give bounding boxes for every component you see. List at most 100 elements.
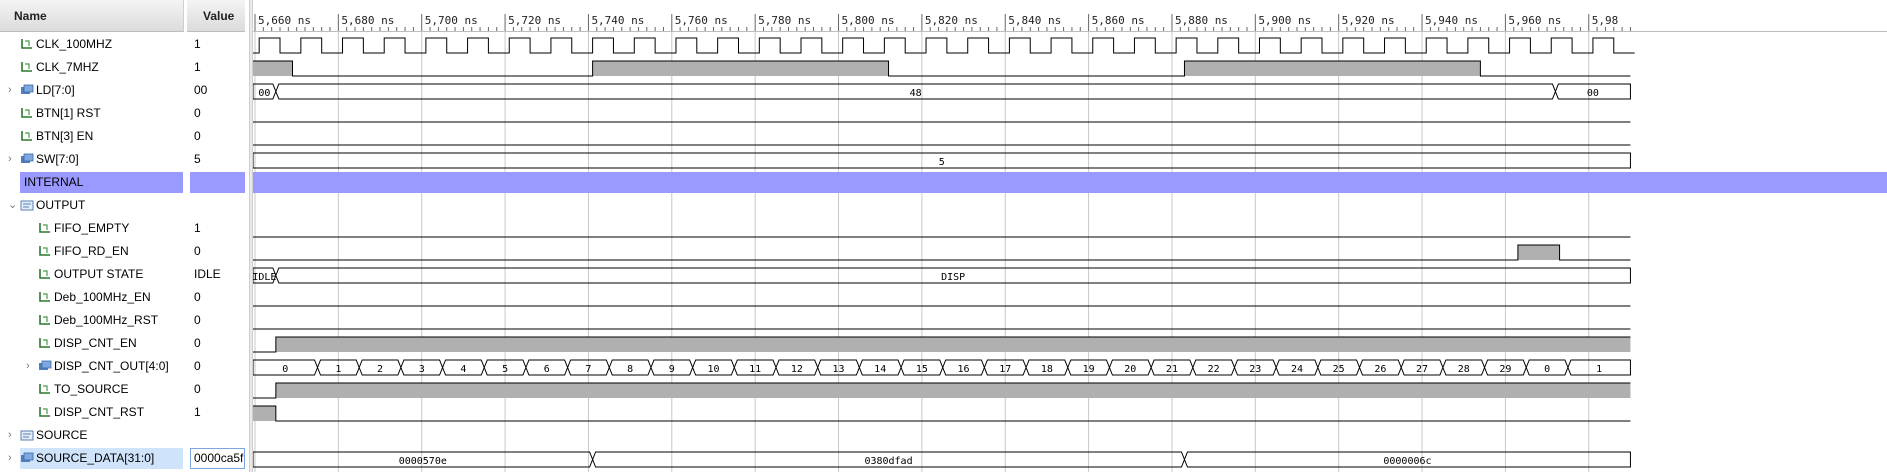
- signal-name: OUTPUT STATE: [54, 267, 144, 281]
- signal-row[interactable]: OUTPUT STATE IDLE: [0, 263, 245, 286]
- expand-chevron-icon[interactable]: ›: [8, 452, 18, 464]
- bus-value-label: 00: [1587, 88, 1599, 99]
- bus-value-label: 13: [832, 364, 844, 375]
- bus-value-label: 0000006c: [1383, 456, 1431, 467]
- ruler-time-label: 5,680 ns: [341, 14, 394, 27]
- signal-name: DISP_CNT_OUT[4:0]: [54, 359, 169, 373]
- signal-name: DISP_CNT_EN: [54, 336, 137, 350]
- logic-signal-icon: [38, 314, 52, 326]
- signal-name: TO_SOURCE: [54, 382, 129, 396]
- signal-row[interactable]: ⌄ OUTPUT: [0, 194, 245, 217]
- logic-waveform: [253, 405, 1631, 422]
- signal-name: INTERNAL: [24, 175, 84, 189]
- signal-value: 0: [194, 244, 201, 258]
- signal-row[interactable]: FIFO_EMPTY 1: [0, 217, 245, 240]
- ruler-time-label: 5,920 ns: [1342, 14, 1395, 27]
- signal-name: BTN[3] EN: [36, 129, 94, 143]
- bus-value-label: 18: [1041, 364, 1053, 375]
- signal-row[interactable]: BTN[3] EN 0: [0, 125, 245, 148]
- signal-row[interactable]: › SOURCE_DATA[31:0] 0000ca5f: [0, 447, 245, 470]
- logic-signal-icon: [20, 107, 34, 119]
- signal-row[interactable]: CLK_7MHZ 1: [0, 56, 245, 79]
- waveform-canvas[interactable]: 5,660 ns 5,680 ns 5,700 ns 5,720 ns 5,740 ns…: [253, 0, 1887, 472]
- signal-value: 5: [194, 152, 201, 166]
- signal-name: FIFO_RD_EN: [54, 244, 129, 258]
- bus-value-label: 2: [377, 364, 383, 375]
- bus-value-label: 1: [1596, 364, 1602, 375]
- ruler-time-label: 5,700 ns: [425, 14, 478, 27]
- logic-signal-icon: [20, 38, 34, 50]
- bus-signal-icon: [20, 153, 34, 165]
- ruler-time-label: 5,660 ns: [258, 14, 311, 27]
- expand-chevron-icon[interactable]: ›: [8, 153, 18, 165]
- ruler-time-label: 5,940 ns: [1425, 14, 1478, 27]
- bus-value-label: 11: [749, 364, 761, 375]
- bus-value-label: 26: [1374, 364, 1386, 375]
- signal-row[interactable]: DISP_CNT_EN 0: [0, 332, 245, 355]
- signal-value: 0000ca5f: [194, 451, 244, 465]
- collapse-chevron-icon[interactable]: ⌄: [8, 199, 18, 211]
- wave-high-fill: [253, 406, 276, 421]
- signal-row[interactable]: › SOURCE: [0, 424, 245, 447]
- value-column-header[interactable]: Value: [187, 0, 245, 32]
- ruler-time-label: 5,720 ns: [508, 14, 561, 27]
- wave-high-fill: [1517, 245, 1560, 260]
- bus-value-label: 00: [258, 88, 270, 99]
- bus-value-label: 0380dfad: [864, 456, 912, 467]
- signal-row[interactable]: TO_SOURCE 0: [0, 378, 245, 401]
- signal-row[interactable]: › DISP_CNT_OUT[4:0] 0: [0, 355, 245, 378]
- wave-high-fill: [275, 337, 1631, 352]
- bus-value-label: 3: [419, 364, 425, 375]
- signal-row[interactable]: › SW[7:0] 5: [0, 148, 245, 171]
- bus-value-label: 10: [707, 364, 719, 375]
- ruler-time-label: 5,960 ns: [1508, 14, 1561, 27]
- bus-value-label: 22: [1208, 364, 1220, 375]
- signal-row[interactable]: DISP_CNT_RST 1: [0, 401, 245, 424]
- signal-name-value-pane: Name Value CLK_100MHZ 1 CLK_7MHZ 1 › LD[7:0] 0…: [0, 0, 245, 472]
- signal-value: 0: [194, 382, 201, 396]
- bus-value-label: IDLE: [253, 272, 276, 283]
- bus-value-label: 28: [1458, 364, 1470, 375]
- name-column-header[interactable]: Name: [0, 0, 184, 32]
- signal-name: SW[7:0]: [36, 152, 79, 166]
- time-ruler: [253, 0, 1887, 32]
- signal-name: BTN[1] RST: [36, 106, 101, 120]
- logic-signal-icon: [38, 291, 52, 303]
- bus-value-label: 8: [627, 364, 633, 375]
- signal-row[interactable]: CLK_100MHZ 1: [0, 33, 245, 56]
- ruler-time-label: 5,840 ns: [1008, 14, 1061, 27]
- signal-name: OUTPUT: [36, 198, 86, 212]
- bus-value-label: 19: [1083, 364, 1095, 375]
- expand-chevron-icon[interactable]: ›: [8, 429, 18, 441]
- expand-chevron-icon[interactable]: ›: [8, 84, 18, 96]
- signal-row[interactable]: Deb_100MHz_RST 0: [0, 309, 245, 332]
- ruler-time-label: 5,800 ns: [842, 14, 895, 27]
- bus-value-label: 25: [1333, 364, 1345, 375]
- signal-name: CLK_7MHZ: [36, 60, 99, 74]
- wave-high-fill: [275, 383, 1631, 398]
- signal-value: 1: [194, 60, 201, 74]
- bus-value-label: 12: [791, 364, 803, 375]
- expand-chevron-icon[interactable]: ›: [26, 360, 36, 372]
- ruler-time-label: 5,880 ns: [1175, 14, 1228, 27]
- bus-value-label: 48: [910, 88, 922, 99]
- logic-signal-icon: [38, 337, 52, 349]
- signal-value: 1: [194, 37, 201, 51]
- signal-name: CLK_100MHZ: [36, 37, 113, 51]
- wave-high-fill: [1184, 61, 1481, 76]
- signal-row[interactable]: FIFO_RD_EN 0: [0, 240, 245, 263]
- logic-waveform: [253, 244, 1631, 261]
- signal-value: 0: [194, 359, 201, 373]
- group-icon: [20, 429, 34, 441]
- bus-value-label: 16: [958, 364, 970, 375]
- signal-row[interactable]: BTN[1] RST 0: [0, 102, 245, 125]
- bus-signal-icon: [38, 360, 52, 372]
- signal-row[interactable]: Deb_100MHz_EN 0: [0, 286, 245, 309]
- signal-row[interactable]: INTERNAL: [0, 171, 245, 194]
- signal-name: Deb_100MHz_RST: [54, 313, 159, 327]
- ruler-time-label: 5,780 ns: [758, 14, 811, 27]
- signal-row[interactable]: › LD[7:0] 00: [0, 79, 245, 102]
- logic-signal-icon: [38, 245, 52, 257]
- bus-value-label: 0: [282, 364, 288, 375]
- ruler-time-label: 5,740 ns: [591, 14, 644, 27]
